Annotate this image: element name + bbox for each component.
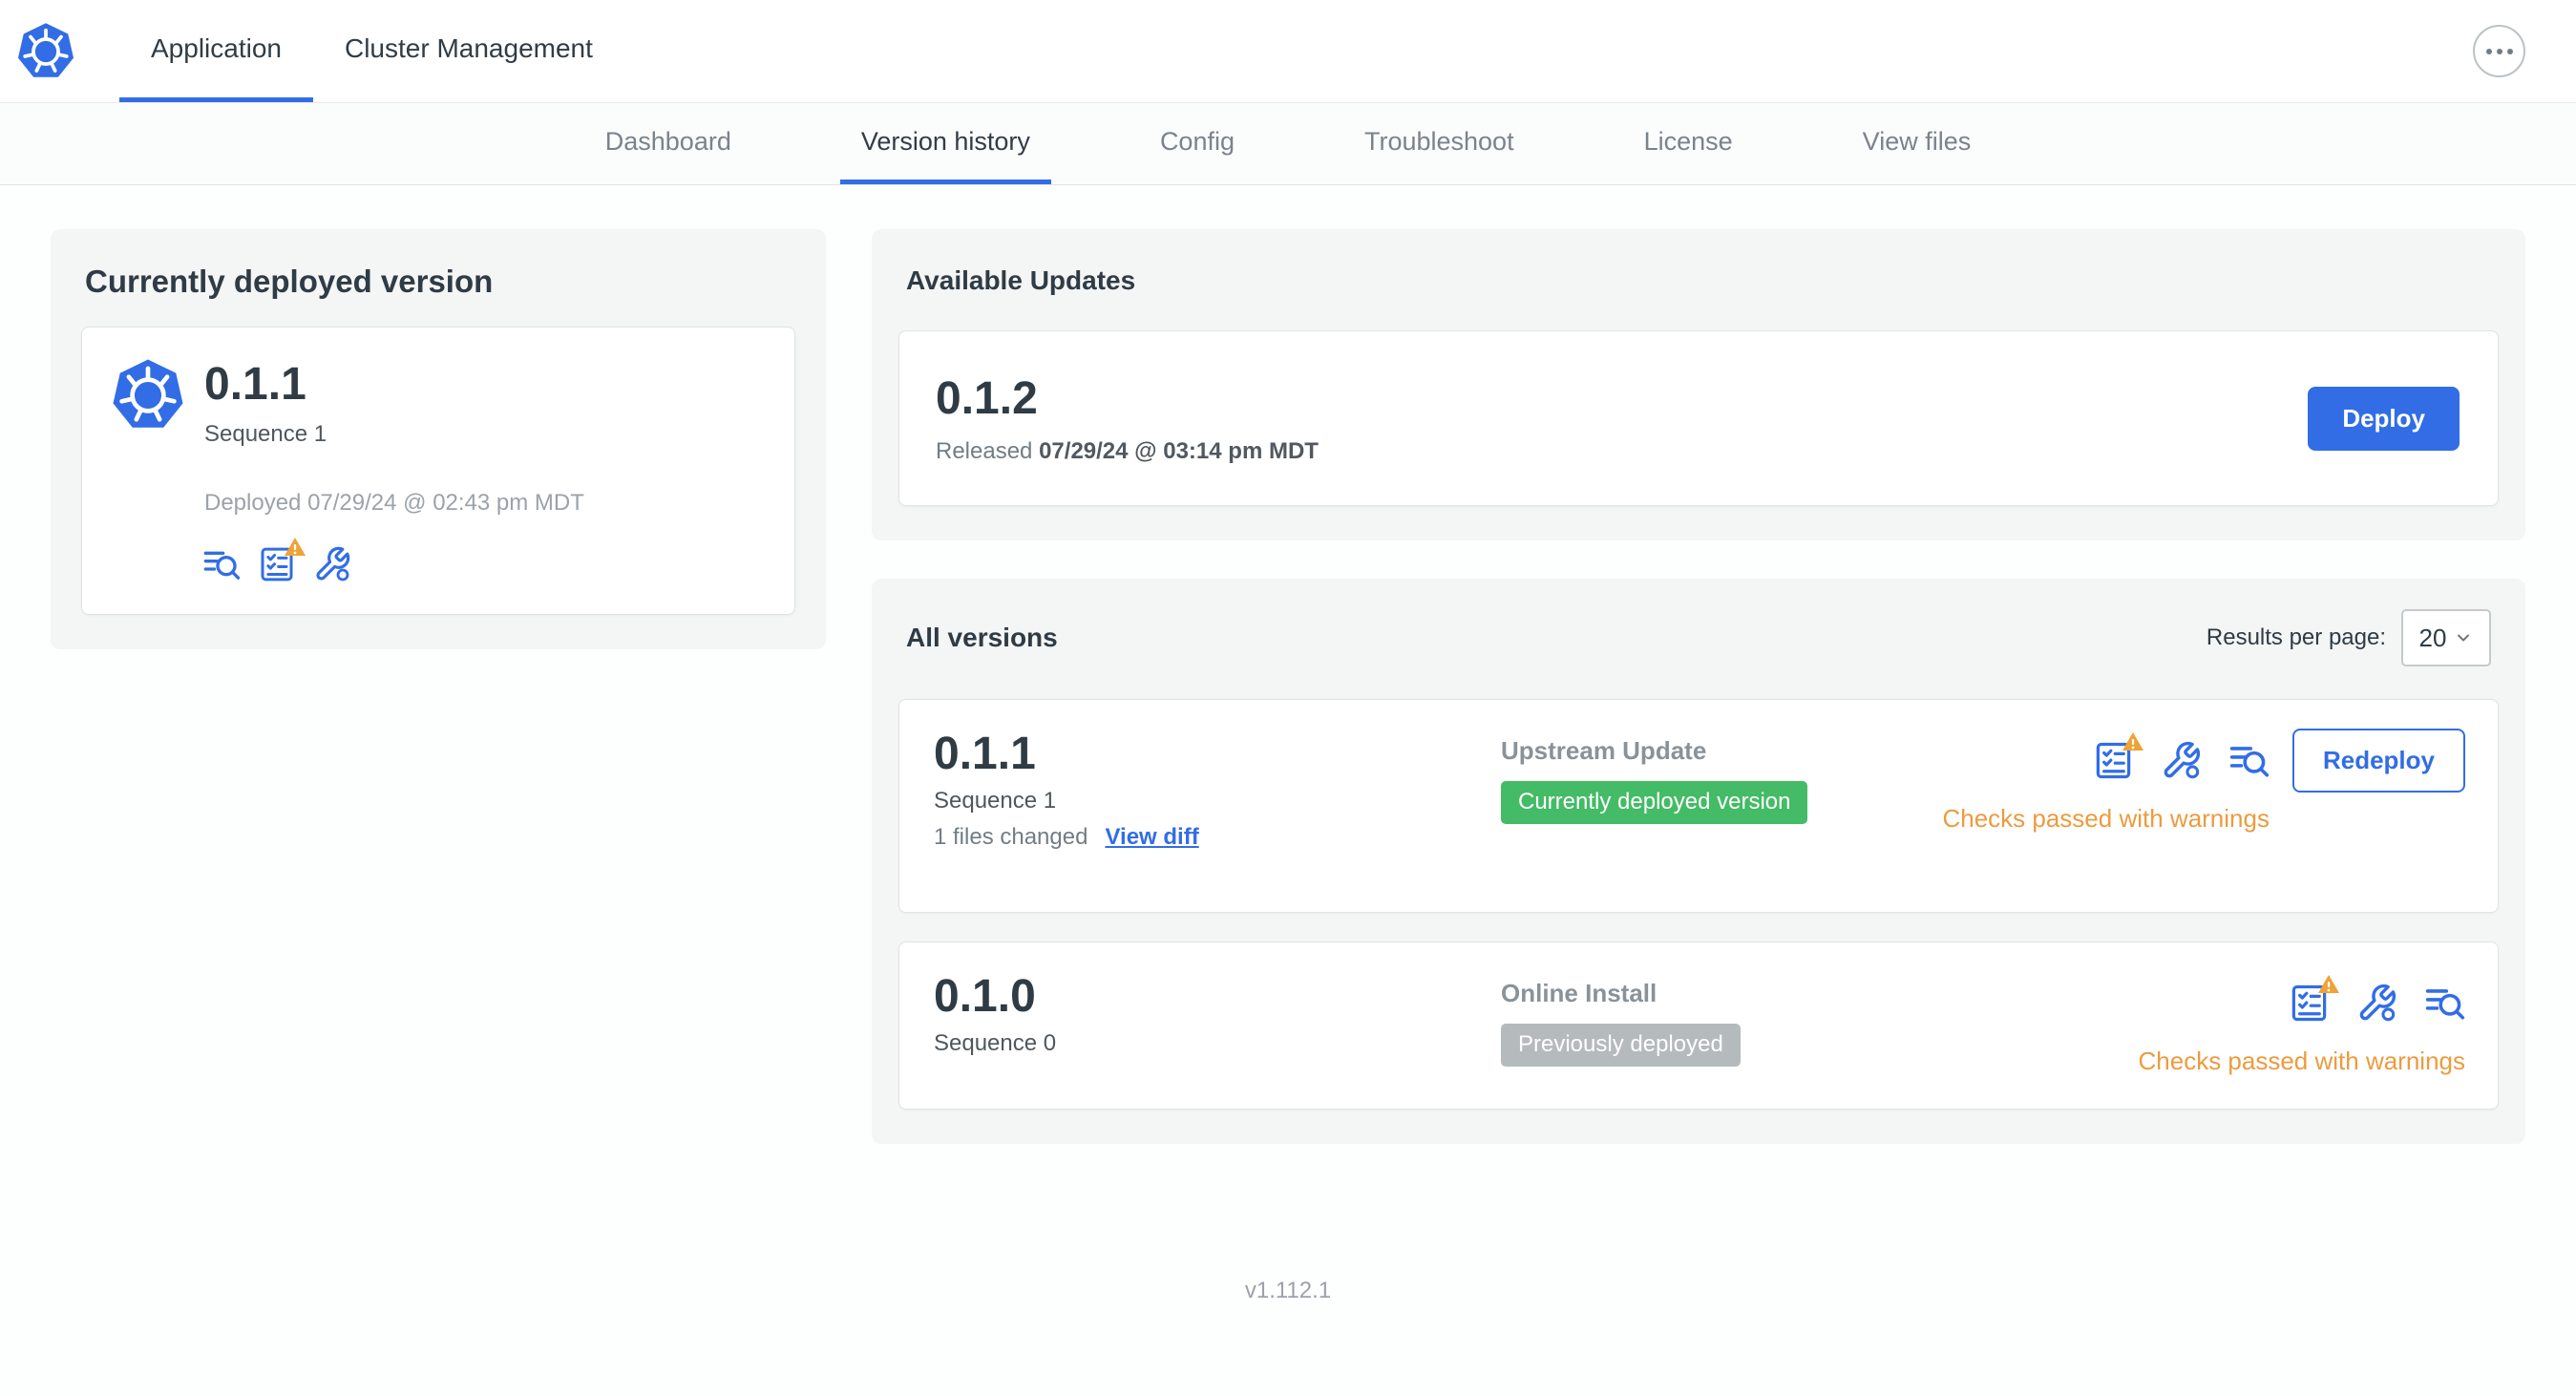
tab-license[interactable]: License bbox=[1623, 103, 1754, 184]
update-released-timestamp: Released 07/29/24 @ 03:14 pm MDT bbox=[936, 437, 1319, 464]
status-badge: Currently deployed version bbox=[1501, 781, 1808, 824]
available-updates-panel: Available Updates 0.1.2 Released 07/29/2… bbox=[872, 229, 2525, 540]
deploy-logs-icon[interactable] bbox=[2424, 983, 2465, 1024]
app-subnav: Dashboard Version history Config Trouble… bbox=[0, 103, 2576, 185]
checks-status-text: Checks passed with warnings bbox=[1942, 804, 2270, 833]
tab-version-history[interactable]: Version history bbox=[839, 103, 1051, 184]
tab-config[interactable]: Config bbox=[1139, 103, 1256, 184]
version-source-label: Online Install bbox=[1501, 979, 1658, 1007]
tab-view-files[interactable]: View files bbox=[1842, 103, 1993, 184]
current-version-sequence: Sequence 1 bbox=[204, 421, 327, 447]
current-version-panel: Currently deployed version 0.1.1 Sequenc… bbox=[51, 229, 826, 649]
console-version: v1.112.1 bbox=[1244, 1278, 1332, 1303]
row-version-number: 0.1.1 bbox=[934, 729, 1036, 779]
redeploy-button[interactable]: Redeploy bbox=[2291, 729, 2465, 793]
row-sequence: Sequence 0 bbox=[934, 1030, 1057, 1056]
current-version-title: Currently deployed version bbox=[85, 264, 494, 299]
overflow-menu-button[interactable] bbox=[2473, 25, 2525, 77]
available-update-card: 0.1.2 Released 07/29/24 @ 03:14 pm MDT D… bbox=[898, 330, 2499, 506]
row-version-number: 0.1.0 bbox=[934, 971, 1036, 1022]
deploy-logs-icon[interactable] bbox=[202, 545, 241, 583]
results-per-page-label: Results per page: bbox=[2206, 624, 2386, 650]
main-content: Currently deployed version 0.1.1 Sequenc… bbox=[0, 185, 2576, 1144]
preflight-warning-icon bbox=[2122, 730, 2144, 753]
all-versions-title: All versions bbox=[906, 623, 1058, 652]
edit-config-icon[interactable] bbox=[313, 545, 351, 583]
right-column: Available Updates 0.1.2 Released 07/29/2… bbox=[872, 229, 2525, 1144]
version-source-label: Upstream Update bbox=[1501, 736, 1707, 765]
edit-config-icon[interactable] bbox=[2161, 740, 2202, 781]
version-row: 0.1.0 Sequence 0 Online Install Previous… bbox=[898, 941, 2499, 1110]
page-footer: v1.112.1 bbox=[0, 1144, 2576, 1343]
tab-dashboard[interactable]: Dashboard bbox=[584, 103, 752, 184]
preflight-checks-icon[interactable] bbox=[2289, 975, 2339, 1024]
chevron-down-icon bbox=[2458, 634, 2470, 642]
current-version-number: 0.1.1 bbox=[204, 359, 306, 410]
available-updates-title: Available Updates bbox=[906, 265, 1136, 295]
tab-application[interactable]: Application bbox=[119, 0, 313, 102]
ellipsis-icon bbox=[2485, 48, 2492, 54]
tab-troubleshoot[interactable]: Troubleshoot bbox=[1343, 103, 1535, 184]
results-per-page-select[interactable]: 20 bbox=[2401, 609, 2491, 666]
update-version-number: 0.1.2 bbox=[936, 372, 1038, 424]
top-tabs: Application Cluster Management bbox=[119, 0, 624, 102]
preflight-warning-icon bbox=[284, 536, 306, 559]
status-badge: Previously deployed bbox=[1501, 1024, 1741, 1067]
preflight-checks-icon[interactable] bbox=[258, 538, 306, 583]
preflight-warning-icon bbox=[2317, 973, 2340, 996]
current-version-actions bbox=[202, 538, 766, 583]
kubernetes-logo-icon bbox=[16, 22, 75, 81]
view-diff-link[interactable]: View diff bbox=[1105, 824, 1198, 851]
preflight-checks-icon[interactable] bbox=[2093, 732, 2143, 781]
version-row: 0.1.1 Sequence 1 1 files changed View di… bbox=[898, 699, 2499, 913]
top-navbar: Application Cluster Management bbox=[0, 0, 2576, 103]
deploy-logs-icon[interactable] bbox=[2228, 740, 2270, 781]
deployed-timestamp: Deployed 07/29/24 @ 02:43 pm MDT bbox=[204, 490, 584, 516]
tab-cluster-management[interactable]: Cluster Management bbox=[313, 0, 624, 102]
all-versions-panel: All versions Results per page: 20 0.1.1 … bbox=[872, 579, 2525, 1144]
current-version-card: 0.1.1 Sequence 1 Deployed 07/29/24 @ 02:… bbox=[81, 327, 795, 615]
files-changed-label: 1 files changed bbox=[934, 824, 1088, 850]
edit-config-icon[interactable] bbox=[2356, 983, 2397, 1024]
kubernetes-app-icon bbox=[111, 358, 185, 433]
deploy-button[interactable]: Deploy bbox=[2308, 386, 2460, 451]
checks-status-text: Checks passed with warnings bbox=[2138, 1047, 2466, 1075]
row-sequence: Sequence 1 bbox=[934, 788, 1057, 814]
